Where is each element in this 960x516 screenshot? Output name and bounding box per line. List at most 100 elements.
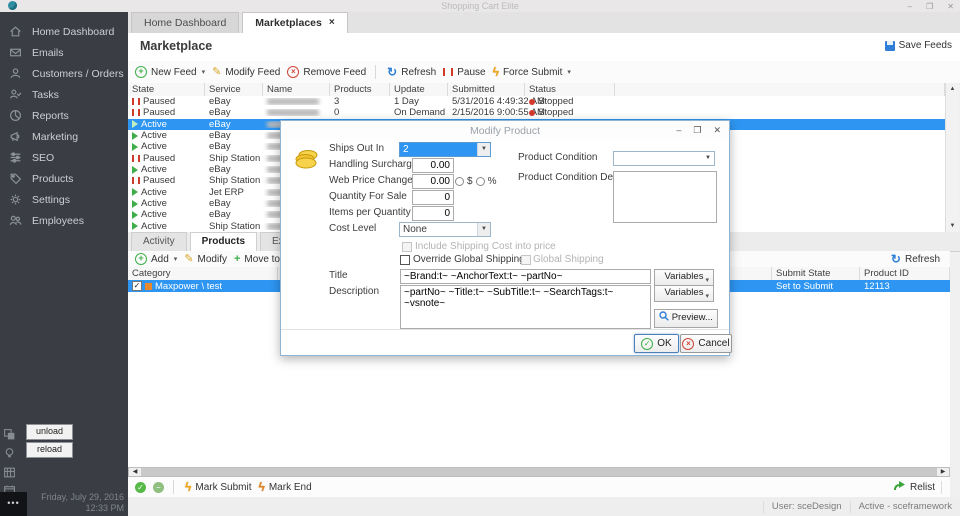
sidebar-item-reports[interactable]: Reports [0, 105, 128, 126]
refresh-feed-button[interactable]: ↻ Refresh [387, 67, 436, 78]
scroll-right-icon[interactable]: ▶ [937, 468, 949, 476]
scroll-left-icon[interactable]: ◀ [129, 468, 141, 476]
active-play-icon [132, 188, 138, 196]
remove-feed-button[interactable]: × Remove Feed [287, 66, 366, 78]
quantity-for-sale-field[interactable] [412, 190, 454, 205]
plus-circle-icon: + [135, 253, 147, 265]
modify-button[interactable]: ✎ Modify [184, 254, 227, 265]
sidebar-item-tasks[interactable]: Tasks [0, 84, 128, 105]
web-price-change-field[interactable] [412, 174, 454, 189]
modify-feed-button[interactable]: ✎ Modify Feed [212, 67, 280, 78]
unload-button[interactable]: unload [26, 424, 73, 440]
sidebar-item-seo[interactable]: SEO [0, 147, 128, 168]
feed-grid-header: StateServiceNameProductsUpdate IntervalS… [128, 83, 945, 97]
products-refresh-button[interactable]: ↻ Refresh [891, 254, 940, 265]
sidebar-nav: Home DashboardEmailsCustomers / OrdersTa… [0, 12, 128, 231]
active-play-icon [132, 132, 138, 140]
percent-radio[interactable] [476, 177, 485, 186]
column-header-category[interactable]: Category [128, 267, 278, 280]
service-cell: eBay [205, 164, 263, 175]
relist-button[interactable]: Relist [894, 481, 942, 494]
refresh-icon: ↻ [891, 254, 901, 264]
product-condition-description-field[interactable] [613, 171, 717, 223]
column-header-submit-state[interactable]: Submit State [772, 267, 860, 280]
column-header-state[interactable]: State [128, 83, 205, 96]
page-title: Marketplace [140, 39, 212, 53]
dialog-maximize-button[interactable]: ❐ [693, 125, 701, 136]
paused-bars-icon [132, 98, 140, 105]
mark-submit-button[interactable]: ϟ Mark Submit [185, 482, 251, 493]
ships-out-in-select[interactable]: 2 ▼ [399, 142, 491, 157]
column-header-name[interactable]: Name [263, 83, 330, 96]
sidebar-item-products[interactable]: Products [0, 168, 128, 189]
column-header-update-interval[interactable]: Update Interval [390, 83, 448, 96]
tab-close-icon[interactable]: × [329, 13, 335, 33]
sidebar-item-home-dashboard[interactable]: Home Dashboard [0, 21, 128, 42]
row-checkbox[interactable]: ✓ [132, 281, 142, 291]
column-header-status[interactable]: Status [525, 83, 615, 96]
sidebar-item-marketing[interactable]: Marketing [0, 126, 128, 147]
reload-button[interactable]: reload [26, 442, 73, 458]
ok-button[interactable]: ✓ OK [634, 334, 679, 353]
column-header-submitted[interactable]: Submitted [448, 83, 525, 96]
sidebar-item-employees[interactable]: Employees [0, 210, 128, 231]
preview-button[interactable]: Preview... [654, 309, 718, 328]
scroll-up-icon[interactable]: ▲ [946, 83, 959, 95]
sidebar-item-customers-orders[interactable]: Customers / Orders [0, 63, 128, 84]
sidebar-item-emails[interactable]: Emails [0, 42, 128, 63]
coins-icon [293, 147, 319, 174]
horizontal-scrollbar[interactable]: ◀ ▶ [128, 467, 950, 477]
vertical-scrollbar[interactable]: ▲ ▼ [945, 83, 959, 232]
tab-home-dashboard[interactable]: Home Dashboard [131, 12, 239, 33]
tab-products[interactable]: Products [190, 232, 257, 251]
dialog-minimize-button[interactable]: – [676, 125, 681, 136]
force-submit-button[interactable]: ϟ Force Submit ▾ [493, 67, 571, 78]
column-header-product-id[interactable]: Product ID [860, 267, 950, 280]
feed-row[interactable]: PausedeBay0On Demand2/15/2016 9:00:55 AM… [128, 107, 945, 118]
lightning-icon: ϟ [185, 482, 191, 492]
dollar-radio[interactable] [455, 177, 464, 186]
status-cell: Stopped [525, 107, 615, 118]
sidebar-item-settings[interactable]: Settings [0, 189, 128, 210]
maximize-button[interactable]: ❐ [926, 2, 933, 11]
minimize-button[interactable]: – [908, 2, 912, 11]
mark-end-button[interactable]: ϟ Mark End [258, 482, 311, 493]
pencil-icon: ✎ [184, 254, 193, 264]
add-button[interactable]: + Add ▾ [135, 253, 177, 265]
refresh-icon: ↻ [387, 67, 397, 77]
reports-icon [9, 109, 22, 122]
close-button[interactable]: ✕ [947, 2, 954, 11]
handling-surcharge-field[interactable] [412, 158, 454, 173]
product-condition-select[interactable]: ▼ [613, 151, 715, 166]
title-variables-button[interactable]: Variables ▾ [654, 269, 714, 286]
confirm-button[interactable]: ✓ [135, 482, 146, 493]
column-header-products[interactable]: Products [330, 83, 390, 96]
column-header-service[interactable]: Service [205, 83, 263, 96]
description-field[interactable] [400, 285, 651, 329]
tab-activity[interactable]: Activity [131, 232, 187, 251]
sidebar-more-button[interactable]: ••• [0, 492, 27, 516]
x-circle-icon: × [287, 66, 299, 78]
save-feeds-button[interactable]: Save Feeds [885, 40, 952, 51]
new-feed-button[interactable]: + New Feed ▾ [135, 66, 205, 78]
update-interval-cell: On Demand [390, 107, 448, 118]
chevron-down-icon[interactable]: ▼ [477, 223, 490, 236]
feed-row[interactable]: PausedeBay31 Day5/31/2016 4:49:32 AMStop… [128, 96, 945, 107]
layers-icon[interactable] [3, 428, 16, 441]
chevron-down-icon[interactable]: ▼ [477, 143, 490, 156]
items-per-quantity-field[interactable] [412, 206, 454, 221]
chevron-down-icon[interactable]: ▼ [702, 152, 714, 165]
bulb-icon[interactable] [3, 447, 16, 460]
tab-marketplaces[interactable]: Marketplaces × [242, 12, 347, 33]
cancel-button[interactable]: × Cancel [680, 334, 732, 353]
scroll-down-icon[interactable]: ▼ [946, 220, 959, 232]
title-field[interactable] [400, 269, 651, 284]
override-global-shipping-checkbox[interactable] [400, 255, 410, 265]
cost-level-select[interactable]: None ▼ [399, 222, 491, 237]
stop-button[interactable]: − [153, 482, 164, 493]
description-variables-button[interactable]: Variables ▾ [654, 285, 714, 302]
modify-product-dialog: Modify Product – ❐ ✕ Ships Out In 2 ▼ Ha… [280, 120, 730, 356]
pause-feed-button[interactable]: Pause [443, 67, 485, 78]
abacus-icon[interactable] [3, 466, 16, 479]
dialog-close-button[interactable]: ✕ [713, 125, 721, 136]
